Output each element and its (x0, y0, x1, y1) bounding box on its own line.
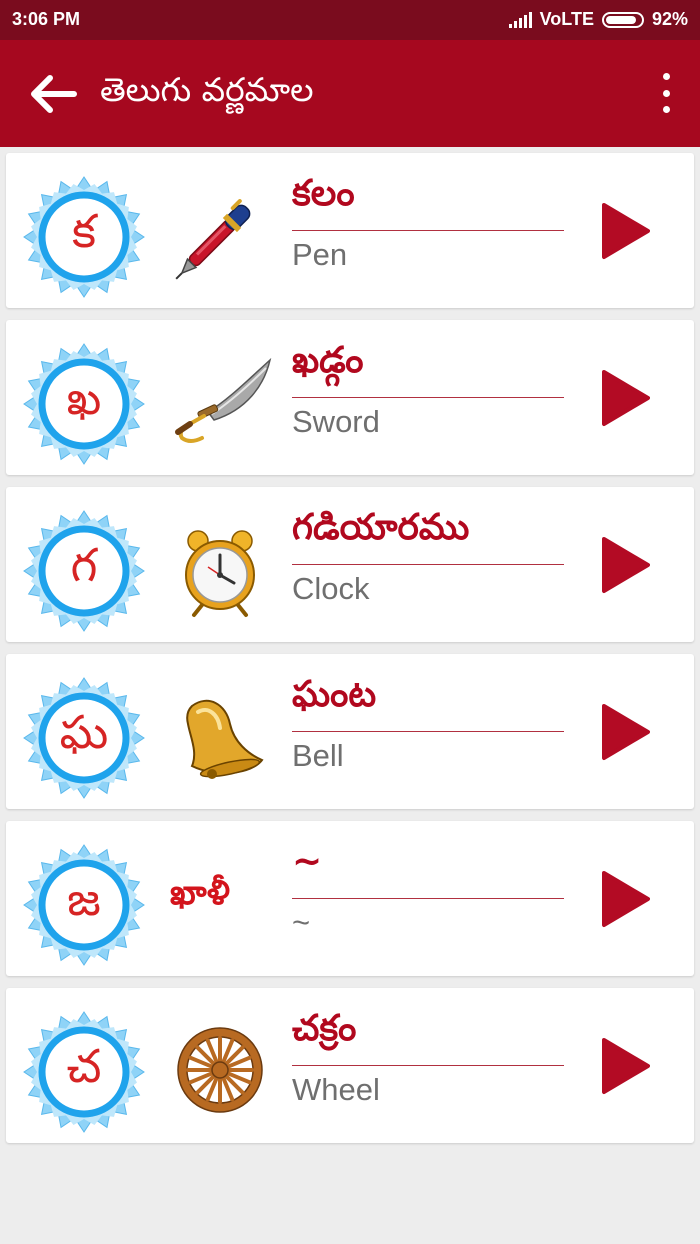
letter-badge: ఘ (16, 676, 152, 800)
letter-card[interactable]: క కలం Pen (6, 153, 694, 308)
play-button[interactable] (600, 1036, 650, 1096)
play-button[interactable] (600, 869, 650, 929)
word-telugu: గడియారము (292, 507, 470, 548)
play-button[interactable] (600, 535, 650, 595)
letter-glyph: గ (70, 538, 98, 592)
wheel-icon (177, 1027, 263, 1113)
letter-badge: గ (16, 509, 152, 633)
back-button[interactable] (26, 66, 82, 122)
word-divider (292, 898, 564, 899)
letter-badge: ఖ (16, 342, 152, 466)
more-dot-icon (662, 73, 670, 80)
word-divider (292, 230, 564, 231)
letter-card[interactable]: చ చక్రం Wheel (6, 988, 694, 1143)
word-english: Clock (292, 571, 370, 606)
word-english: Pen (292, 237, 348, 272)
battery-level: 92% (651, 9, 688, 29)
word-divider (292, 397, 564, 398)
word-telugu: చక్రం (292, 1008, 357, 1049)
alarm-clock-icon (185, 530, 255, 617)
word-divider (292, 564, 564, 565)
page-title: తెలుగు వర్ణమాల (100, 70, 314, 109)
battery-icon (601, 11, 644, 28)
status-bar: 3:06 PM VoLTE 92% (0, 0, 700, 40)
letter-glyph: చ (66, 1039, 102, 1093)
status-icons: VoLTE 92% (508, 9, 688, 30)
letter-card[interactable]: జ ఖాళీ ~ ~ (6, 821, 694, 976)
network-label: VoLTE (539, 9, 594, 29)
back-arrow-icon (31, 75, 77, 113)
sword-icon (175, 357, 272, 443)
letter-card[interactable]: ఖ ఖడ్గం Sword (6, 320, 694, 475)
play-button[interactable] (600, 702, 650, 762)
more-dot-icon (662, 89, 670, 97)
word-divider (292, 731, 564, 732)
bell-icon (186, 699, 264, 779)
letter-glyph: ఖ (66, 371, 102, 425)
word-telugu: ఖడ్గం (292, 340, 364, 381)
pen-icon (175, 199, 251, 280)
letter-glyph: ఘ (59, 705, 109, 759)
letter-glyph: క (71, 204, 96, 258)
letter-card[interactable]: గ గడియారము Clock (6, 487, 694, 642)
word-english: ~ (292, 905, 311, 940)
letter-card[interactable]: ఘ ఘంట Bell (6, 654, 694, 809)
letter-glyph: జ (67, 872, 101, 926)
word-english: Wheel (292, 1072, 380, 1107)
word-english: Bell (292, 738, 344, 773)
letter-badge: చ (16, 1010, 152, 1134)
app-bar: తెలుగు వర్ణమాల (0, 40, 700, 147)
word-divider (292, 1065, 564, 1066)
status-time: 3:06 PM (12, 9, 81, 29)
play-button[interactable] (600, 368, 650, 428)
more-options-button[interactable] (656, 73, 676, 113)
more-dot-icon (662, 106, 670, 113)
word-telugu: కలం (292, 173, 355, 214)
signal-icon (508, 11, 532, 28)
letter-badge: క (16, 175, 152, 299)
letter-badge: జ (16, 843, 152, 967)
empty-label: ఖాళీ (170, 873, 230, 913)
play-button[interactable] (600, 201, 650, 261)
word-telugu: ఘంట (292, 674, 377, 715)
word-telugu: ~ (292, 841, 323, 882)
word-english: Sword (292, 404, 380, 439)
